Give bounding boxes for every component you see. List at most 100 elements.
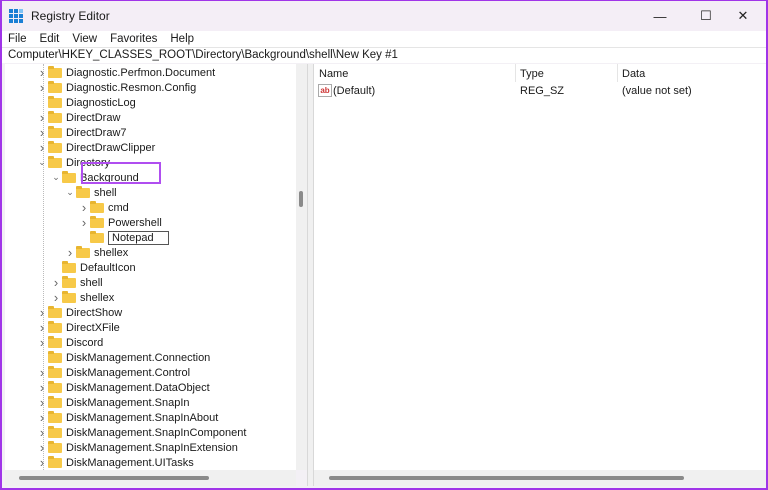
chevron-right-icon[interactable]: › <box>38 455 46 470</box>
pane-splitter[interactable] <box>307 64 314 486</box>
folder-icon <box>48 365 62 378</box>
values-horizontal-scrollbar[interactable] <box>314 470 766 486</box>
chevron-right-icon[interactable]: › <box>52 290 60 305</box>
chevron-right-icon[interactable]: › <box>66 245 74 260</box>
tree-item[interactable]: DefaultIcon <box>52 260 136 275</box>
tree-item[interactable]: › shell <box>52 275 103 290</box>
menu-file[interactable]: File <box>8 33 27 45</box>
tree-item[interactable]: › DirectXFile <box>38 320 120 335</box>
chevron-right-icon[interactable]: › <box>38 440 46 455</box>
folder-icon <box>48 125 62 138</box>
chevron-right-icon[interactable]: › <box>38 365 46 380</box>
tree-item-label: DiskManagement.SnapIn <box>66 396 190 409</box>
tree-vertical-scrollbar[interactable] <box>296 64 307 470</box>
tree-item[interactable]: › DirectShow <box>38 305 122 320</box>
tree-item[interactable]: › shellex <box>66 245 128 260</box>
scrollbar-thumb[interactable] <box>329 476 684 480</box>
tree-item[interactable]: › DiskManagement.SnapInAbout <box>38 410 218 425</box>
chevron-down-icon[interactable]: ⌄ <box>66 187 74 198</box>
tree-item[interactable]: › DiskManagement.SnapIn <box>38 395 190 410</box>
tree-horizontal-scrollbar[interactable] <box>5 470 296 486</box>
tree-item[interactable]: › DiskManagement.DataObject <box>38 380 210 395</box>
folder-icon <box>48 95 62 108</box>
folder-icon <box>62 260 76 273</box>
tree-item-label: DiskManagement.SnapInExtension <box>66 441 238 454</box>
chevron-right-icon[interactable]: › <box>38 335 46 350</box>
tree-item[interactable]: › DirectDraw7 <box>38 125 127 140</box>
address-bar[interactable]: Computer\HKEY_CLASSES_ROOT\Directory\Bac… <box>2 47 766 63</box>
tree-item-label: shell <box>80 276 103 289</box>
chevron-right-icon[interactable]: › <box>38 80 46 95</box>
chevron-right-icon[interactable]: › <box>38 410 46 425</box>
tree-item[interactable]: ⌄ shell <box>66 185 117 200</box>
folder-icon <box>48 65 62 78</box>
title-bar: Registry Editor — ☐ ✕ <box>2 1 766 31</box>
tree-item-label: DiskManagement.DataObject <box>66 381 210 394</box>
tree-item-label: Diagnostic.Perfmon.Document <box>66 66 216 79</box>
column-header-name[interactable]: Name <box>319 68 348 80</box>
chevron-right-icon[interactable]: › <box>52 275 60 290</box>
rename-key-input[interactable]: Notepad <box>108 230 169 245</box>
tree-item-label: DirectDrawClipper <box>66 141 156 154</box>
column-header-type[interactable]: Type <box>520 68 544 80</box>
column-divider[interactable] <box>617 64 618 82</box>
scrollbar-thumb[interactable] <box>19 476 209 480</box>
tree-item[interactable]: › cmd <box>80 200 129 215</box>
tree-item[interactable]: DiskManagement.Connection <box>38 350 210 365</box>
chevron-down-icon[interactable]: ⌄ <box>52 172 60 183</box>
tree-item[interactable]: › DiskManagement.Control <box>38 365 190 380</box>
folder-icon <box>48 425 62 438</box>
value-name[interactable]: (Default) <box>333 85 375 97</box>
folder-icon <box>62 275 76 288</box>
tree-item[interactable]: › DiskManagement.SnapInComponent <box>38 425 247 440</box>
menu-favorites[interactable]: Favorites <box>110 33 157 45</box>
tree-item-label: DefaultIcon <box>80 261 136 274</box>
column-divider[interactable] <box>515 64 516 82</box>
chevron-right-icon[interactable]: › <box>38 305 46 320</box>
tree-item[interactable]: › DiskManagement.UITasks <box>38 455 194 470</box>
edit-highlight <box>81 162 161 184</box>
chevron-right-icon[interactable]: › <box>38 320 46 335</box>
tree-item-label: shellex <box>94 246 129 259</box>
menu-edit[interactable]: Edit <box>40 33 60 45</box>
chevron-down-icon[interactable]: ⌄ <box>38 157 46 168</box>
menu-help[interactable]: Help <box>170 33 194 45</box>
folder-icon <box>48 320 62 333</box>
tree-item[interactable]: › Discord <box>38 335 103 350</box>
tree-item[interactable]: › DiskManagement.SnapInExtension <box>38 440 238 455</box>
tree-item-label: DiskManagement.UITasks <box>66 456 194 469</box>
tree-item[interactable]: › shellex <box>52 290 114 305</box>
tree-item[interactable]: › Powershell <box>80 215 162 230</box>
chevron-right-icon[interactable]: › <box>80 200 88 215</box>
folder-icon <box>90 200 104 213</box>
tree-item[interactable]: › DirectDrawClipper <box>38 140 155 155</box>
chevron-right-icon[interactable]: › <box>38 125 46 140</box>
chevron-right-icon[interactable]: › <box>38 380 46 395</box>
tree-item-label: DirectDraw <box>66 111 121 124</box>
tree-item[interactable]: › Diagnostic.Resmon.Config <box>38 80 196 95</box>
folder-icon <box>48 80 62 93</box>
folder-icon <box>48 440 62 453</box>
column-header-data[interactable]: Data <box>622 68 645 80</box>
scrollbar-thumb[interactable] <box>299 191 303 207</box>
chevron-right-icon[interactable]: › <box>38 140 46 155</box>
tree-item[interactable]: › Diagnostic.Perfmon.Document <box>38 65 215 80</box>
tree-item[interactable]: Notepad <box>80 230 169 245</box>
tree-item-label: shell <box>94 186 117 199</box>
folder-icon <box>62 290 76 303</box>
chevron-right-icon[interactable]: › <box>80 215 88 230</box>
folder-icon <box>48 155 62 168</box>
tree-item[interactable]: DiagnosticLog <box>38 95 136 110</box>
chevron-right-icon[interactable]: › <box>38 110 46 125</box>
folder-icon <box>48 140 62 153</box>
chevron-right-icon[interactable]: › <box>38 425 46 440</box>
minimize-button[interactable]: — <box>637 1 683 31</box>
chevron-right-icon[interactable]: › <box>38 65 46 80</box>
folder-icon <box>48 335 62 348</box>
close-button[interactable]: ✕ <box>720 1 766 31</box>
tree-item-label: DirectXFile <box>66 321 120 334</box>
menu-view[interactable]: View <box>72 33 97 45</box>
menu-bar: File Edit View Favorites Help <box>2 31 766 47</box>
chevron-right-icon[interactable]: › <box>38 395 46 410</box>
tree-item[interactable]: › DirectDraw <box>38 110 121 125</box>
